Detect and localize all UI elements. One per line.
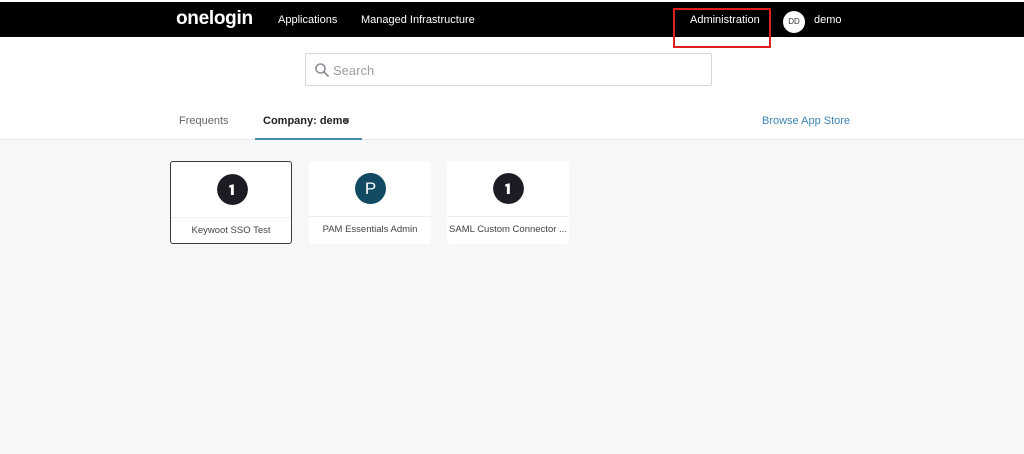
browse-app-store-link[interactable]: Browse App Store: [762, 115, 850, 127]
search-icon: [315, 63, 329, 77]
nav-managed-infrastructure[interactable]: Managed Infrastructure: [361, 14, 475, 26]
chevron-down-icon[interactable]: [343, 118, 349, 123]
nav-administration[interactable]: Administration: [690, 14, 760, 26]
p-letter-icon: P: [355, 173, 386, 204]
tab-frequents[interactable]: Frequents: [179, 115, 229, 127]
onelogin-icon: [217, 174, 248, 205]
search-and-tabs-header: Frequents Company: demo Browse App Store: [0, 37, 1024, 140]
app-tile-saml-custom-connector[interactable]: SAML Custom Connector ...: [447, 161, 569, 244]
search-input[interactable]: [333, 58, 703, 82]
user-menu-name[interactable]: demo: [814, 14, 842, 26]
user-avatar[interactable]: DD: [783, 11, 805, 33]
app-tile-label: Keywoot SSO Test: [191, 225, 271, 236]
app-tile-label: SAML Custom Connector ...: [449, 224, 567, 235]
top-navigation-bar: onelogin Applications Managed Infrastruc…: [0, 0, 1024, 37]
search-box[interactable]: [305, 53, 712, 86]
onelogin-logo[interactable]: onelogin: [176, 8, 253, 30]
active-tab-indicator: [255, 138, 362, 140]
nav-applications[interactable]: Applications: [278, 14, 337, 26]
app-tile-pam-essentials-admin[interactable]: P PAM Essentials Admin: [309, 161, 431, 244]
tab-company[interactable]: Company: demo: [263, 115, 349, 127]
onelogin-icon: [493, 173, 524, 204]
app-tile-keywoot-sso-test[interactable]: Keywoot SSO Test: [170, 161, 292, 244]
app-tile-label: PAM Essentials Admin: [322, 224, 418, 235]
